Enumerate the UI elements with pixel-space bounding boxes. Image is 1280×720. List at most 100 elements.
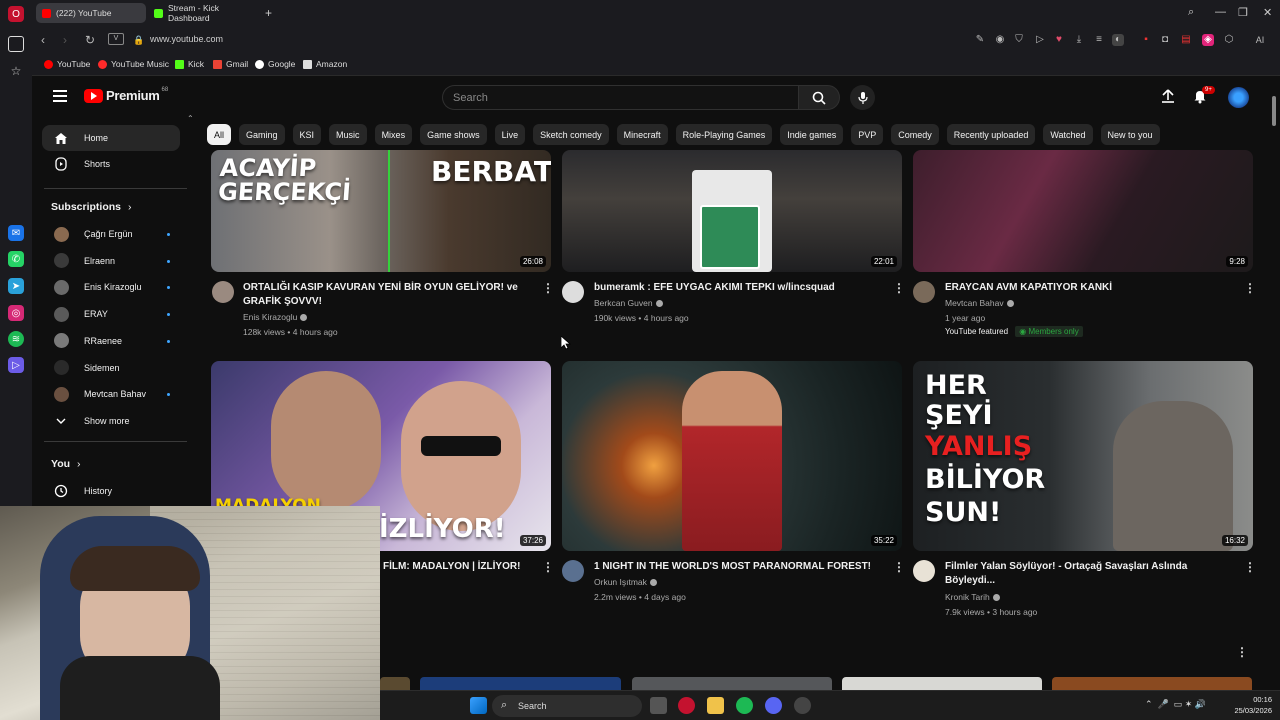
tab-kick[interactable]: Stream - Kick Dashboard: [148, 3, 260, 23]
url-field[interactable]: www.youtube.com: [150, 34, 223, 44]
guide-item-history[interactable]: History: [42, 478, 180, 504]
channel-avatar[interactable]: [212, 281, 234, 303]
bookmark-gmail[interactable]: Gmail: [213, 59, 248, 69]
extension-twitch-icon[interactable]: ▤: [1180, 34, 1192, 46]
channel-name[interactable]: Berkcan Guven: [594, 296, 663, 311]
camera-icon[interactable]: ◉: [994, 34, 1006, 46]
you-heading[interactable]: You ›: [51, 458, 80, 470]
chip-game-shows[interactable]: Game shows: [420, 124, 487, 145]
chip-new-to-you[interactable]: New to you: [1100, 124, 1160, 145]
bookmark-youtube-music[interactable]: YouTube Music: [98, 59, 169, 69]
hamburger-menu-icon[interactable]: [53, 90, 67, 102]
tab-search-icon[interactable]: ⌕: [1188, 6, 1194, 19]
bookmark-amazon[interactable]: Amazon: [303, 59, 347, 69]
telegram-icon[interactable]: ➤: [8, 278, 24, 294]
video-thumbnail[interactable]: [420, 677, 621, 691]
subscription-item[interactable]: ERAY: [42, 301, 180, 327]
video-thumbnail[interactable]: 9:28: [913, 150, 1253, 272]
edit-icon[interactable]: ✎: [974, 34, 986, 46]
bookmark-kick[interactable]: Kick: [175, 59, 204, 69]
video-thumbnail[interactable]: 35:22: [562, 361, 902, 551]
aria-ai-button[interactable]: AI: [1248, 34, 1272, 46]
reload-icon[interactable]: ↻: [85, 33, 95, 47]
extensions-cube-icon[interactable]: ⬡: [1223, 34, 1235, 46]
more-options-icon[interactable]: ⋮: [1244, 281, 1256, 295]
minimize-icon[interactable]: —: [1215, 6, 1226, 18]
video-thumbnail[interactable]: 22:01: [562, 150, 902, 272]
show-more-button[interactable]: Show more: [42, 408, 180, 434]
channel-name[interactable]: Kronik Tarih: [945, 590, 1000, 605]
video-thumbnail[interactable]: ACAYİP GERÇEKÇİ BERBAT! 26:08: [211, 150, 551, 272]
new-tab-button[interactable]: +: [262, 3, 278, 23]
vpn-badge-icon[interactable]: V: [108, 33, 124, 45]
video-thumbnail[interactable]: [842, 677, 1042, 691]
subscription-item[interactable]: Mevtcan Bahav: [42, 381, 180, 407]
voice-search-button[interactable]: [850, 85, 875, 110]
guide-item-shorts[interactable]: Shorts: [42, 151, 180, 177]
more-options-icon[interactable]: ⋮: [542, 281, 554, 295]
settings-taskbar-icon[interactable]: [794, 697, 811, 714]
channel-avatar[interactable]: [562, 281, 584, 303]
chip-music[interactable]: Music: [329, 124, 367, 145]
close-icon[interactable]: ✕: [1263, 6, 1272, 19]
opera-logo-icon[interactable]: O: [8, 6, 24, 22]
heart-icon[interactable]: ♥: [1053, 34, 1065, 46]
star-icon[interactable]: ☆: [8, 63, 24, 79]
profile-icon[interactable]: ◐: [1112, 34, 1124, 46]
video-title[interactable]: Filmler Yalan Söylüyor! - Ortaçağ Savaşl…: [945, 560, 1225, 588]
back-icon[interactable]: ‹: [41, 33, 45, 47]
video-thumbnail[interactable]: [1052, 677, 1252, 691]
extension-red-icon[interactable]: ▪: [1140, 34, 1152, 46]
video-title[interactable]: ERAYCAN AVM KAPATIYOR KANKİ: [945, 281, 1235, 295]
more-options-icon[interactable]: ⋮: [893, 560, 905, 574]
chip-watched[interactable]: Watched: [1043, 124, 1093, 145]
account-avatar[interactable]: [1228, 87, 1249, 108]
tab-youtube[interactable]: (222) YouTube: [36, 3, 146, 23]
tray-icons[interactable]: ⌃ 🎤 ▭ ✶ 🔊: [1145, 699, 1206, 710]
subscription-item[interactable]: Enis Kirazoglu: [42, 274, 180, 300]
channel-avatar[interactable]: [562, 560, 584, 582]
play-icon[interactable]: ▷: [1034, 34, 1046, 46]
spotify-taskbar-icon[interactable]: [736, 697, 753, 714]
bookmark-youtube[interactable]: YouTube: [44, 59, 90, 69]
instagram-icon[interactable]: ◎: [8, 305, 24, 321]
subscription-item[interactable]: Elraenn: [42, 248, 180, 274]
whatsapp-icon[interactable]: ✆: [8, 251, 24, 267]
video-thumbnail[interactable]: [380, 677, 410, 691]
search-button[interactable]: [798, 85, 840, 110]
search-input[interactable]: [443, 86, 798, 109]
chip-recently-uploaded[interactable]: Recently uploaded: [946, 124, 1036, 145]
opera-taskbar-icon[interactable]: [678, 697, 695, 714]
spotify-icon[interactable]: ≋: [8, 331, 24, 347]
windows-start-icon[interactable]: [470, 697, 487, 714]
channel-avatar[interactable]: [913, 281, 935, 303]
video-title[interactable]: 1 NIGHT IN THE WORLD'S MOST PARANORMAL F…: [594, 560, 884, 574]
chip-indie-games[interactable]: Indie games: [780, 124, 844, 145]
shield-icon[interactable]: ⛉: [1013, 34, 1025, 46]
video-thumbnail[interactable]: HER ŞEYİ YANLIŞ BİLİYOR SUN! 16:32: [913, 361, 1253, 551]
taskbar-search[interactable]: ⌕ Search: [492, 695, 642, 717]
subscription-item[interactable]: Sidemen: [42, 355, 180, 381]
channel-name[interactable]: Enis Kirazoglu: [243, 310, 308, 325]
bookmark-google[interactable]: Google: [255, 59, 295, 69]
channel-name[interactable]: Mevtcan Bahav: [945, 296, 1014, 311]
scroll-up-icon[interactable]: ⌃: [187, 114, 194, 123]
video-thumbnail[interactable]: [632, 677, 832, 691]
chip-role-playing-games[interactable]: Role-Playing Games: [675, 124, 773, 145]
guide-item-home[interactable]: Home: [42, 125, 180, 151]
chip-sketch-comedy[interactable]: Sketch comedy: [533, 124, 609, 145]
chip-mixes[interactable]: Mixes: [374, 124, 413, 145]
subscription-item[interactable]: RRaenee: [42, 328, 180, 354]
more-options-icon[interactable]: ⋮: [893, 281, 905, 295]
subscriptions-heading[interactable]: Subscriptions ›: [51, 201, 131, 213]
file-explorer-icon[interactable]: [707, 697, 724, 714]
messenger-icon[interactable]: ✉: [8, 225, 24, 241]
discord-taskbar-icon[interactable]: [765, 697, 782, 714]
extension-pink-icon[interactable]: ◈: [1202, 34, 1214, 46]
chip-all[interactable]: All: [207, 124, 232, 145]
chip-minecraft[interactable]: Minecraft: [616, 124, 668, 145]
channel-name[interactable]: Orkun Işıtmak: [594, 575, 657, 590]
forward-icon[interactable]: ›: [63, 33, 67, 47]
menu-lines-icon[interactable]: ≡: [1093, 34, 1105, 46]
chip-ksi[interactable]: KSI: [292, 124, 322, 145]
